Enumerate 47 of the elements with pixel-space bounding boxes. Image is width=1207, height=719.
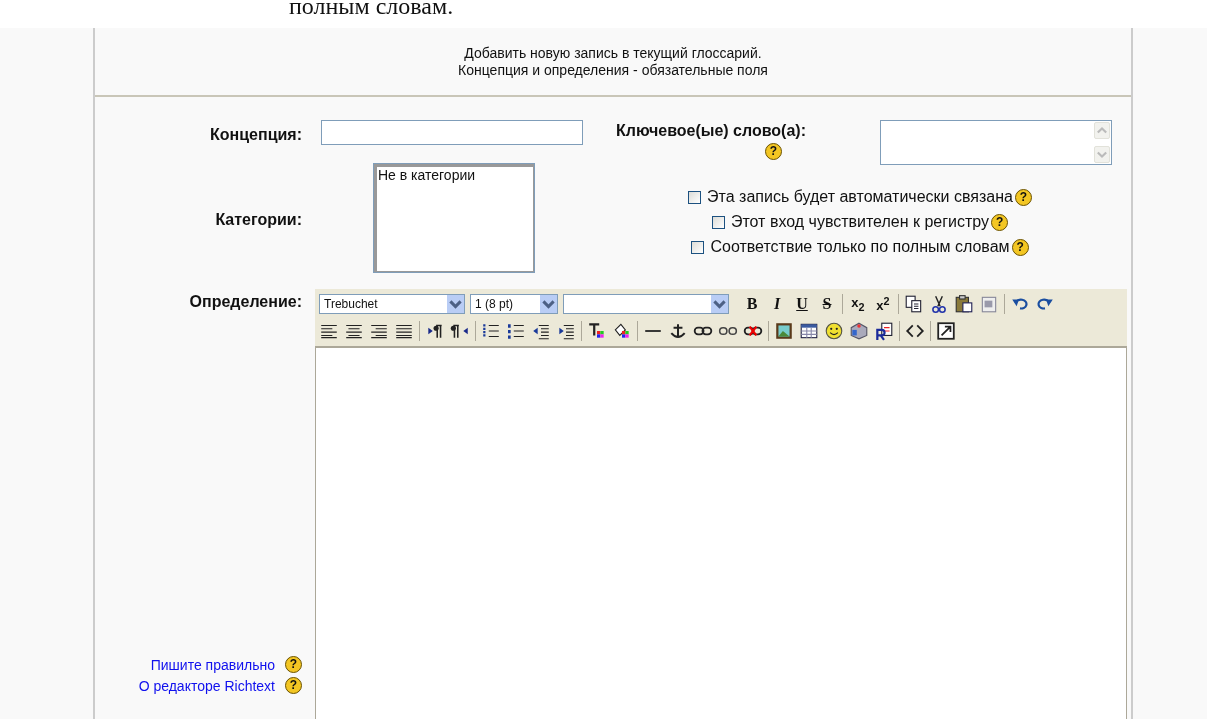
- cube-icon[interactable]: [849, 321, 869, 341]
- header-text: Концепция и определения - обязательные поля: [457, 62, 769, 79]
- textcolor-icon[interactable]: [587, 321, 607, 341]
- paste-icon[interactable]: [954, 294, 974, 314]
- categories-listbox[interactable]: Не в категории: [373, 163, 535, 273]
- checkbox[interactable]: [711, 215, 725, 229]
- toolbar-dropdown[interactable]: Trebuchet: [319, 294, 465, 314]
- concept-input[interactable]: [321, 120, 583, 145]
- pasteword-icon[interactable]: [979, 294, 999, 314]
- help-link[interactable]: Пишите правильно: [150, 656, 275, 673]
- ul-icon[interactable]: [506, 321, 526, 341]
- cut-off-text: полным словам.: [289, 0, 454, 20]
- help-button[interactable]: ?: [1014, 188, 1032, 206]
- toolbar-dropdown[interactable]: 1 (8 pt): [470, 294, 558, 314]
- table-icon[interactable]: [799, 321, 819, 341]
- definition-label: Определение:: [188, 293, 302, 311]
- help-button[interactable]: ?: [765, 143, 782, 160]
- checkbox[interactable]: [688, 190, 702, 204]
- checkbox-label: Этот вход чувствителен к регистру: [730, 212, 990, 232]
- format-button[interactable]: x$^{2}$: [873, 294, 893, 314]
- anchor-icon[interactable]: [668, 321, 688, 341]
- checkbox[interactable]: [691, 240, 705, 254]
- cut-icon[interactable]: [929, 294, 949, 314]
- bgcolor-icon[interactable]: [612, 321, 632, 341]
- format-button[interactable]: S: [817, 295, 837, 313]
- concept-label: Концепция:: [209, 126, 302, 144]
- help-button[interactable]: ?: [991, 213, 1009, 231]
- format-button[interactable]: I: [767, 295, 787, 313]
- format-button[interactable]: x$_{2}$: [848, 295, 868, 313]
- keywords-label: Ключевое(ые) слово(а):: [615, 122, 806, 140]
- help-button[interactable]: ?: [285, 677, 302, 694]
- copy-icon[interactable]: [904, 294, 924, 314]
- format-button[interactable]: U: [792, 295, 812, 313]
- image-icon[interactable]: [774, 321, 794, 341]
- replace-icon[interactable]: [874, 321, 894, 341]
- help-link[interactable]: О редакторе Richtext: [138, 677, 275, 694]
- smiley-icon[interactable]: [824, 321, 844, 341]
- checkbox-label: Соответствие только по полным словам: [710, 237, 1010, 257]
- categories-label: Категории:: [214, 211, 302, 229]
- category-option[interactable]: Не в категории: [378, 167, 530, 183]
- header-text: Добавить новую запись в текущий глоссарий.: [463, 45, 763, 62]
- help-button[interactable]: ?: [1011, 238, 1029, 256]
- fullscreen-icon[interactable]: [936, 321, 956, 341]
- help-button[interactable]: ?: [285, 656, 302, 673]
- format-button[interactable]: B: [742, 295, 762, 313]
- checkbox-label: Эта запись будет автоматически связана: [707, 187, 1013, 207]
- toolbar-dropdown[interactable]: [563, 294, 729, 314]
